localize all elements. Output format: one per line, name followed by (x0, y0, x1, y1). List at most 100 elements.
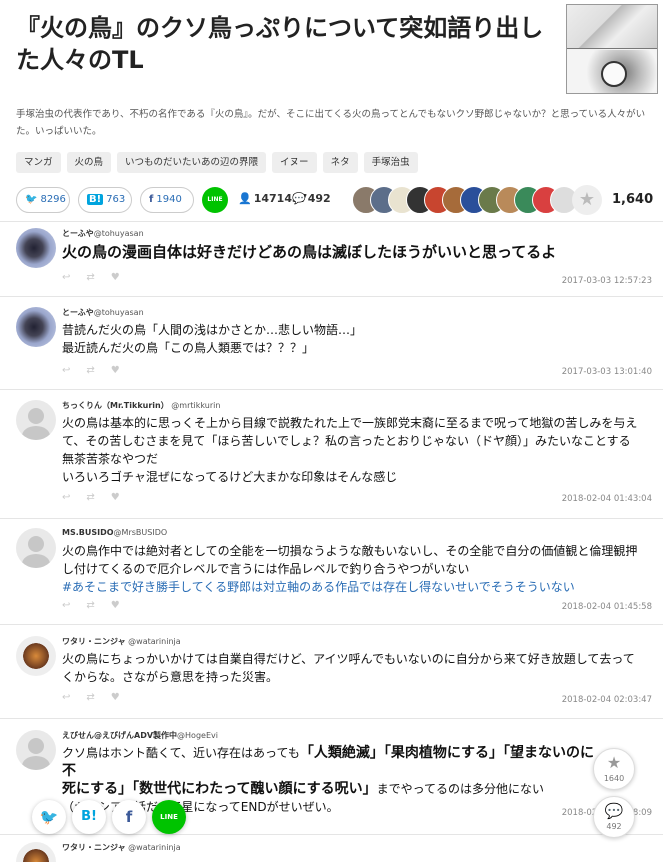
author-handle: @tohuyasan (93, 229, 144, 238)
author-name: えびせん (62, 731, 94, 740)
floating-hatena-button[interactable]: B! (72, 800, 106, 834)
tweet-timestamp[interactable]: 2018-02-04 01:45:58 (562, 602, 652, 612)
tweet-author[interactable]: ちっくりん（Mr.Tikkurin） @mrtikkurin (62, 400, 220, 411)
line-share-button[interactable]: LINE (202, 187, 228, 213)
comment-icon: 💬 (292, 192, 306, 205)
tweet-line: 最近読んだ火の鳥「この鳥人類悪では？？？」 (62, 341, 315, 355)
like-icon[interactable]: ♥ (111, 600, 136, 611)
reply-icon[interactable]: ↩ (62, 692, 86, 703)
twitter-icon: 🐦 (25, 194, 38, 205)
user-icon: 👤 (238, 192, 252, 205)
twitter-share-button[interactable]: 🐦 8296 (16, 187, 70, 213)
like-icon[interactable]: ♥ (111, 272, 136, 283)
retweet-icon[interactable]: ⇄ (86, 692, 110, 703)
author-name: とーふや (62, 308, 94, 317)
floating-favorite-button[interactable]: ★ 1640 (593, 748, 635, 790)
tweet-line: クソ鳥はホント酷くて、近い存在はあっても「人類絶滅」「果肉植物にする」「望まない… (62, 744, 602, 780)
facebook-share-button[interactable]: f 1940 (140, 187, 194, 213)
tag-tezuka[interactable]: 手塚治虫 (363, 152, 418, 173)
floating-line-button[interactable]: LINE (152, 800, 186, 834)
tag-manga[interactable]: マンガ (16, 152, 61, 173)
thumbnail-panel-top (567, 5, 657, 49)
avatar[interactable] (16, 307, 56, 347)
floating-facebook-button[interactable]: f (112, 800, 146, 834)
tweet-actions: ↩⇄♥ (62, 600, 136, 611)
avatar[interactable] (16, 636, 56, 676)
tweet-hashtag[interactable]: #あそこまで好き勝手してくる野郎は対立軸のある作品では存在し得ないせいでそうそう… (62, 578, 652, 596)
tweet-text: 昔読んだ火の鳥「人間の浅はかさとか…悲しい物語…」 最近読んだ火の鳥「この鳥人類… (62, 321, 652, 357)
avatar[interactable] (16, 400, 56, 440)
author-name: ワタリ・ニンジャ (62, 843, 126, 852)
tweet-actions: ↩⇄♥ (62, 365, 136, 376)
tweet: ワタリ・ニンジャ @watarininja (0, 842, 663, 862)
like-icon[interactable]: ♥ (111, 492, 136, 503)
author-name-suffix: @えびげんADV製作中 (94, 731, 178, 740)
like-icon[interactable]: ♥ (111, 365, 136, 376)
retweet-icon[interactable]: ⇄ (86, 272, 110, 283)
comment-icon: 💬 (604, 802, 624, 820)
avatar[interactable] (16, 730, 56, 770)
favorite-count: 1,640 (612, 192, 654, 207)
avatar[interactable] (16, 842, 56, 862)
tweet-author[interactable]: とーふや@tohuyasan (62, 307, 144, 318)
tweet: ちっくりん（Mr.Tikkurin） @mrtikkurin 火の鳥は基本的に思… (0, 400, 663, 515)
hatena-bookmark-button[interactable]: B! 763 (78, 187, 132, 213)
tweet-timestamp[interactable]: 2018-02-04 01:43:04 (562, 494, 652, 504)
tag-hinotori[interactable]: 火の鳥 (66, 152, 112, 173)
tweet-text: 火の鳥の漫画自体は好きだけどあの鳥は滅ぼしたほうがいいと思ってるよ (62, 243, 557, 261)
author-name: MS.BUSIDO (62, 528, 114, 537)
reply-icon[interactable]: ↩ (62, 365, 86, 376)
facebook-icon: f (149, 194, 154, 205)
tweet-actions: ↩⇄♥ (62, 492, 136, 503)
divider (0, 389, 663, 390)
avatar[interactable] (16, 228, 56, 268)
author-name: ちっくりん（Mr.Tikkurin） (62, 401, 169, 410)
tag-neta[interactable]: ネタ (322, 152, 358, 173)
floating-comment-count: 492 (606, 822, 622, 831)
floating-twitter-button[interactable]: 🐦 (32, 800, 66, 834)
divider (0, 296, 663, 297)
star-icon: ★ (606, 753, 622, 772)
tweet-author[interactable]: ワタリ・ニンジャ @watarininja (62, 842, 181, 853)
floating-comment-button[interactable]: 💬 492 (593, 796, 635, 838)
tweet-text: 火の鳥は基本的に思っくそ上から目線で説教たれた上で一族郎党末裔に至るまで呪って地… (62, 414, 652, 486)
tweet-author[interactable]: とーふや@tohuyasan (62, 228, 144, 239)
retweet-icon[interactable]: ⇄ (86, 600, 110, 611)
phoenix-illustration (601, 61, 627, 87)
tweet-highlight: 「人類絶滅」 (299, 745, 384, 761)
reply-icon[interactable]: ↩ (62, 272, 86, 283)
tweet-text: クソ鳥はホント酷くて、近い存在はあっても「人類絶滅」「果肉植物にする」「望まない… (62, 744, 602, 816)
author-handle: @HogeEvi (177, 731, 218, 740)
share-bar: 🐦 8296 B! 763 f 1940 LINE 👤 1471437 💬 492 ★ 1… (16, 185, 656, 215)
tweet-text-fragment: までやってるのは多分他にない (376, 782, 544, 796)
article-thumbnail[interactable] (566, 4, 658, 94)
article-description: 手塚治虫の代表作であり、不朽の名作である『火の鳥』。だが、そこに出てくる火の鳥っ… (16, 109, 646, 137)
tweet-line: 無茶苦茶なやつだ (62, 452, 159, 466)
favorite-star-button[interactable]: ★ (572, 185, 602, 215)
tweet-timestamp[interactable]: 2018-02-04 02:03:47 (562, 695, 652, 705)
tag-usual-circle[interactable]: いつものだいたいあの辺の界隈 (117, 152, 267, 173)
tweet-timestamp[interactable]: 2017-03-03 12:57:23 (562, 276, 652, 286)
retweet-icon[interactable]: ⇄ (86, 365, 110, 376)
author-handle: @tohuyasan (93, 308, 144, 317)
avatar[interactable] (16, 528, 56, 568)
tweet-author[interactable]: ワタリ・ニンジャ @watarininja (62, 636, 181, 647)
tweet-timestamp[interactable]: 2017-03-03 13:01:40 (562, 367, 652, 377)
tweet-line: 火の鳥は基本的に思っくそ上から目線で説教たれた上で一族郎党末裔に至るまで呪って地… (62, 416, 638, 430)
author-name: ワタリ・ニンジャ (62, 637, 126, 646)
reply-icon[interactable]: ↩ (62, 600, 86, 611)
tag-inu[interactable]: イヌー (272, 152, 317, 173)
tweet-author[interactable]: えびせん@えびげんADV製作中@HogeEvi (62, 730, 218, 741)
tweet-highlight: 「数世代にわたって醜い顔にする呪い」 (132, 781, 377, 797)
like-icon[interactable]: ♥ (111, 692, 136, 703)
twitter-icon: 🐦 (39, 808, 59, 826)
comment-count[interactable]: 💬 492 (292, 192, 331, 205)
divider (0, 834, 663, 835)
reply-icon[interactable]: ↩ (62, 492, 86, 503)
tweet-author[interactable]: MS.BUSIDO@MrsBUSIDO (62, 528, 167, 537)
article-header: 『火の鳥』のクソ鳥っぷりについて突如語り出した人々のTL (0, 0, 663, 95)
retweet-icon[interactable]: ⇄ (86, 492, 110, 503)
tweet-actions: ↩⇄♥ (62, 272, 136, 283)
tweet-line: 火の鳥作中では絶対者としての全能を一切損なうような敵もいないし、その全能で自分の… (62, 544, 638, 558)
tweet-actions: ↩⇄♥ (62, 692, 136, 703)
